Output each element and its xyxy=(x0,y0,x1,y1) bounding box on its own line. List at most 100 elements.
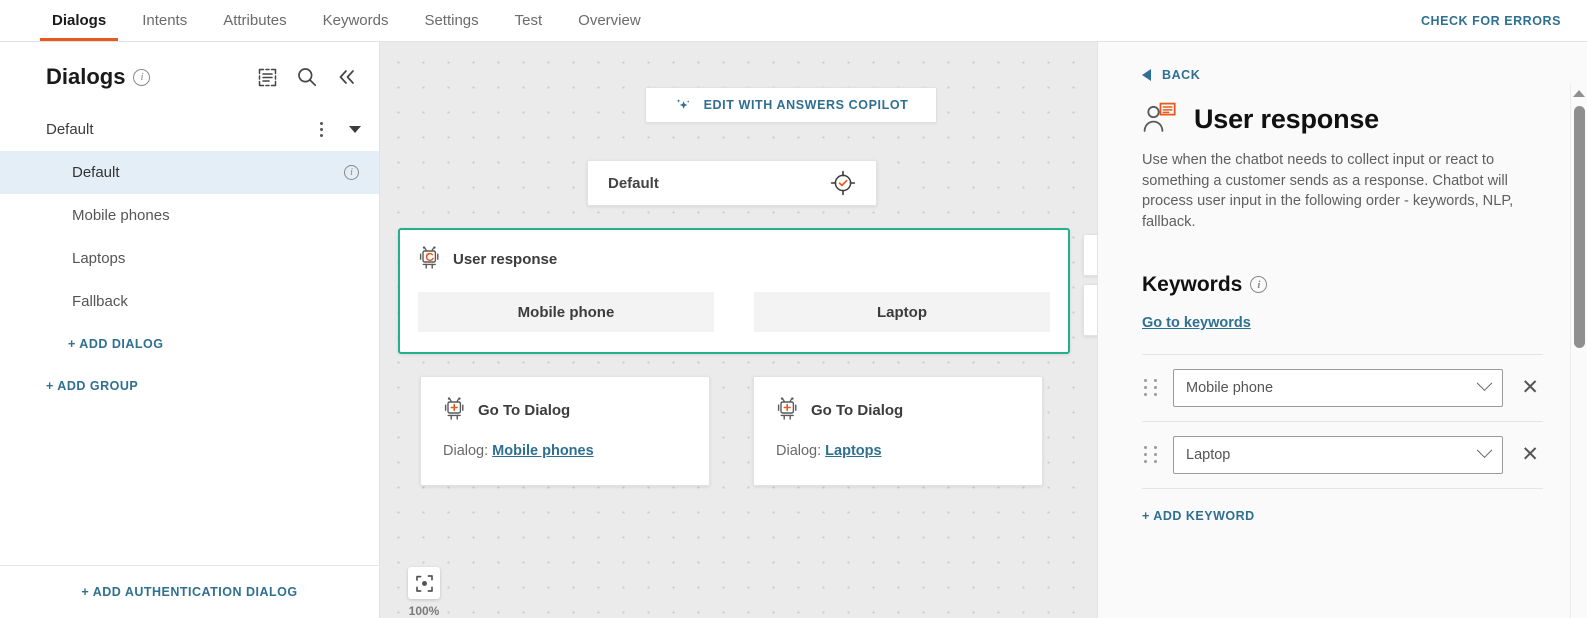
keywords-section-title: Keywords i xyxy=(1142,273,1543,297)
back-arrow-icon xyxy=(1142,69,1151,81)
panel-scrollbar[interactable] xyxy=(1570,84,1587,618)
tab-dialogs[interactable]: Dialogs xyxy=(34,0,124,41)
sparkle-icon xyxy=(674,96,692,114)
panel-description: Use when the chatbot needs to collect in… xyxy=(1142,152,1514,231)
tab-test[interactable]: Test xyxy=(497,0,561,41)
canvas-node-goto-dialog-mobile-phones[interactable]: Go To Dialog Dialog: Mobile phones xyxy=(420,376,710,486)
chevron-down-icon xyxy=(1477,375,1493,392)
add-dialog-button[interactable]: + ADD DIALOG xyxy=(0,323,379,365)
keyword-select-mobile-phone[interactable]: Mobile phone xyxy=(1173,368,1504,407)
remove-keyword-button[interactable]: ✕ xyxy=(1517,444,1543,465)
more-options-icon[interactable] xyxy=(318,120,325,139)
chevron-down-icon[interactable] xyxy=(349,126,361,133)
canvas-node-user-response[interactable]: User response Mobile phone Laptop xyxy=(398,228,1070,354)
tab-label: Settings xyxy=(424,12,479,29)
tab-label: Test xyxy=(514,12,543,29)
copilot-button-label: EDIT WITH ANSWERS COPILOT xyxy=(703,98,909,112)
panel-title-row: User response xyxy=(1142,102,1543,136)
drag-handle-icon[interactable] xyxy=(1142,444,1159,465)
node-chips: Mobile phone Laptop xyxy=(418,292,1050,332)
robot-plus-icon xyxy=(776,397,800,423)
back-button[interactable]: BACK xyxy=(1142,68,1543,82)
page-title: Dialogs xyxy=(46,64,126,89)
add-group-button[interactable]: + ADD GROUP xyxy=(0,365,379,407)
group-actions xyxy=(318,120,361,139)
zoom-level-label: 100% xyxy=(408,604,440,618)
node-field: Dialog: Mobile phones xyxy=(443,443,687,459)
sidebar-item-label: Fallback xyxy=(72,293,128,310)
go-to-keywords-link[interactable]: Go to keywords xyxy=(1142,315,1251,331)
scroll-up-arrow-icon[interactable] xyxy=(1573,90,1585,97)
tab-settings[interactable]: Settings xyxy=(406,0,496,41)
chip-mobile-phone[interactable]: Mobile phone xyxy=(418,292,714,332)
main-body: Dialogs i Default Default i Mobile phone… xyxy=(0,42,1587,618)
app-root: Dialogs Intents Attributes Keywords Sett… xyxy=(0,0,1587,618)
target-check-icon[interactable] xyxy=(830,170,856,196)
keyword-row: Laptop ✕ xyxy=(1142,422,1543,489)
canvas-node-clipped-2[interactable] xyxy=(1083,284,1097,336)
node-field: Dialog: Laptops xyxy=(776,443,1020,459)
sidebar-item-laptops[interactable]: Laptops xyxy=(0,237,379,280)
dialog-group-default[interactable]: Default xyxy=(0,108,379,151)
keyword-select-laptop[interactable]: Laptop xyxy=(1173,435,1504,474)
canvas-node-clipped-1[interactable] xyxy=(1083,234,1097,276)
tab-overview[interactable]: Overview xyxy=(560,0,659,41)
tab-label: Intents xyxy=(142,12,188,29)
search-icon[interactable] xyxy=(297,67,317,87)
add-authentication-dialog-button[interactable]: + ADD AUTHENTICATION DIALOG xyxy=(0,565,379,618)
dialog-group-label: Default xyxy=(46,121,94,138)
properties-panel: BACK User response Use when the chatbot … xyxy=(1097,42,1587,618)
add-keyword-button[interactable]: + ADD KEYWORD xyxy=(1142,509,1543,523)
node-header: Go To Dialog xyxy=(776,397,1020,423)
keywords-list: Mobile phone ✕ Laptop ✕ xyxy=(1142,353,1543,489)
sidebar-item-default[interactable]: Default i xyxy=(0,151,379,194)
node-field-link[interactable]: Mobile phones xyxy=(492,443,594,459)
drag-handle-icon[interactable] xyxy=(1142,377,1159,398)
scrollbar-thumb[interactable] xyxy=(1574,106,1585,348)
keyword-row: Mobile phone ✕ xyxy=(1142,353,1543,422)
node-title: Go To Dialog xyxy=(811,401,904,419)
collapse-icon[interactable] xyxy=(337,68,357,86)
sidebar-header: Dialogs i xyxy=(0,42,379,108)
tab-attributes[interactable]: Attributes xyxy=(205,0,304,41)
dialog-canvas[interactable]: EDIT WITH ANSWERS COPILOT Default User r… xyxy=(380,42,1097,618)
info-icon[interactable]: i xyxy=(344,165,359,180)
tab-list: Dialogs Intents Attributes Keywords Sett… xyxy=(0,0,659,41)
keyword-select-value: Laptop xyxy=(1186,446,1231,463)
tab-label: Dialogs xyxy=(52,12,107,29)
node-header: User response xyxy=(418,246,1050,272)
tab-keywords[interactable]: Keywords xyxy=(305,0,407,41)
chip-laptop[interactable]: Laptop xyxy=(754,292,1050,332)
panel-title: User response xyxy=(1194,103,1379,134)
tab-label: Keywords xyxy=(322,12,389,29)
tab-label: Overview xyxy=(578,12,641,29)
keyword-select-value: Mobile phone xyxy=(1186,379,1274,396)
robot-response-icon xyxy=(418,246,442,272)
sidebar-item-mobile-phones[interactable]: Mobile phones xyxy=(0,194,379,237)
section-title-label: Keywords xyxy=(1142,272,1243,296)
user-response-icon xyxy=(1142,102,1178,136)
robot-plus-icon xyxy=(443,397,467,423)
tab-intents[interactable]: Intents xyxy=(124,0,205,41)
sidebar-header-actions xyxy=(258,67,357,87)
back-label: BACK xyxy=(1162,68,1201,82)
node-title: User response xyxy=(453,250,558,268)
node-title: Default xyxy=(608,174,659,192)
check-for-errors-button[interactable]: CHECK FOR ERRORS xyxy=(1395,0,1587,41)
fit-to-screen-icon[interactable] xyxy=(408,567,440,599)
info-icon[interactable]: i xyxy=(1250,276,1268,294)
sidebar-item-label: Default xyxy=(72,164,120,181)
list-select-icon[interactable] xyxy=(258,68,277,87)
canvas-zoom-controls: 100% xyxy=(408,567,440,618)
node-title: Go To Dialog xyxy=(478,401,571,419)
node-field-link[interactable]: Laptops xyxy=(825,443,881,459)
edit-with-answers-copilot-button[interactable]: EDIT WITH ANSWERS COPILOT xyxy=(645,87,937,123)
sidebar-item-fallback[interactable]: Fallback xyxy=(0,280,379,323)
canvas-node-goto-dialog-laptops[interactable]: Go To Dialog Dialog: Laptops xyxy=(753,376,1043,486)
remove-keyword-button[interactable]: ✕ xyxy=(1517,377,1543,398)
info-icon[interactable]: i xyxy=(133,68,151,86)
chevron-down-icon xyxy=(1477,442,1493,459)
canvas-node-default[interactable]: Default xyxy=(587,160,877,206)
top-tab-bar: Dialogs Intents Attributes Keywords Sett… xyxy=(0,0,1587,42)
